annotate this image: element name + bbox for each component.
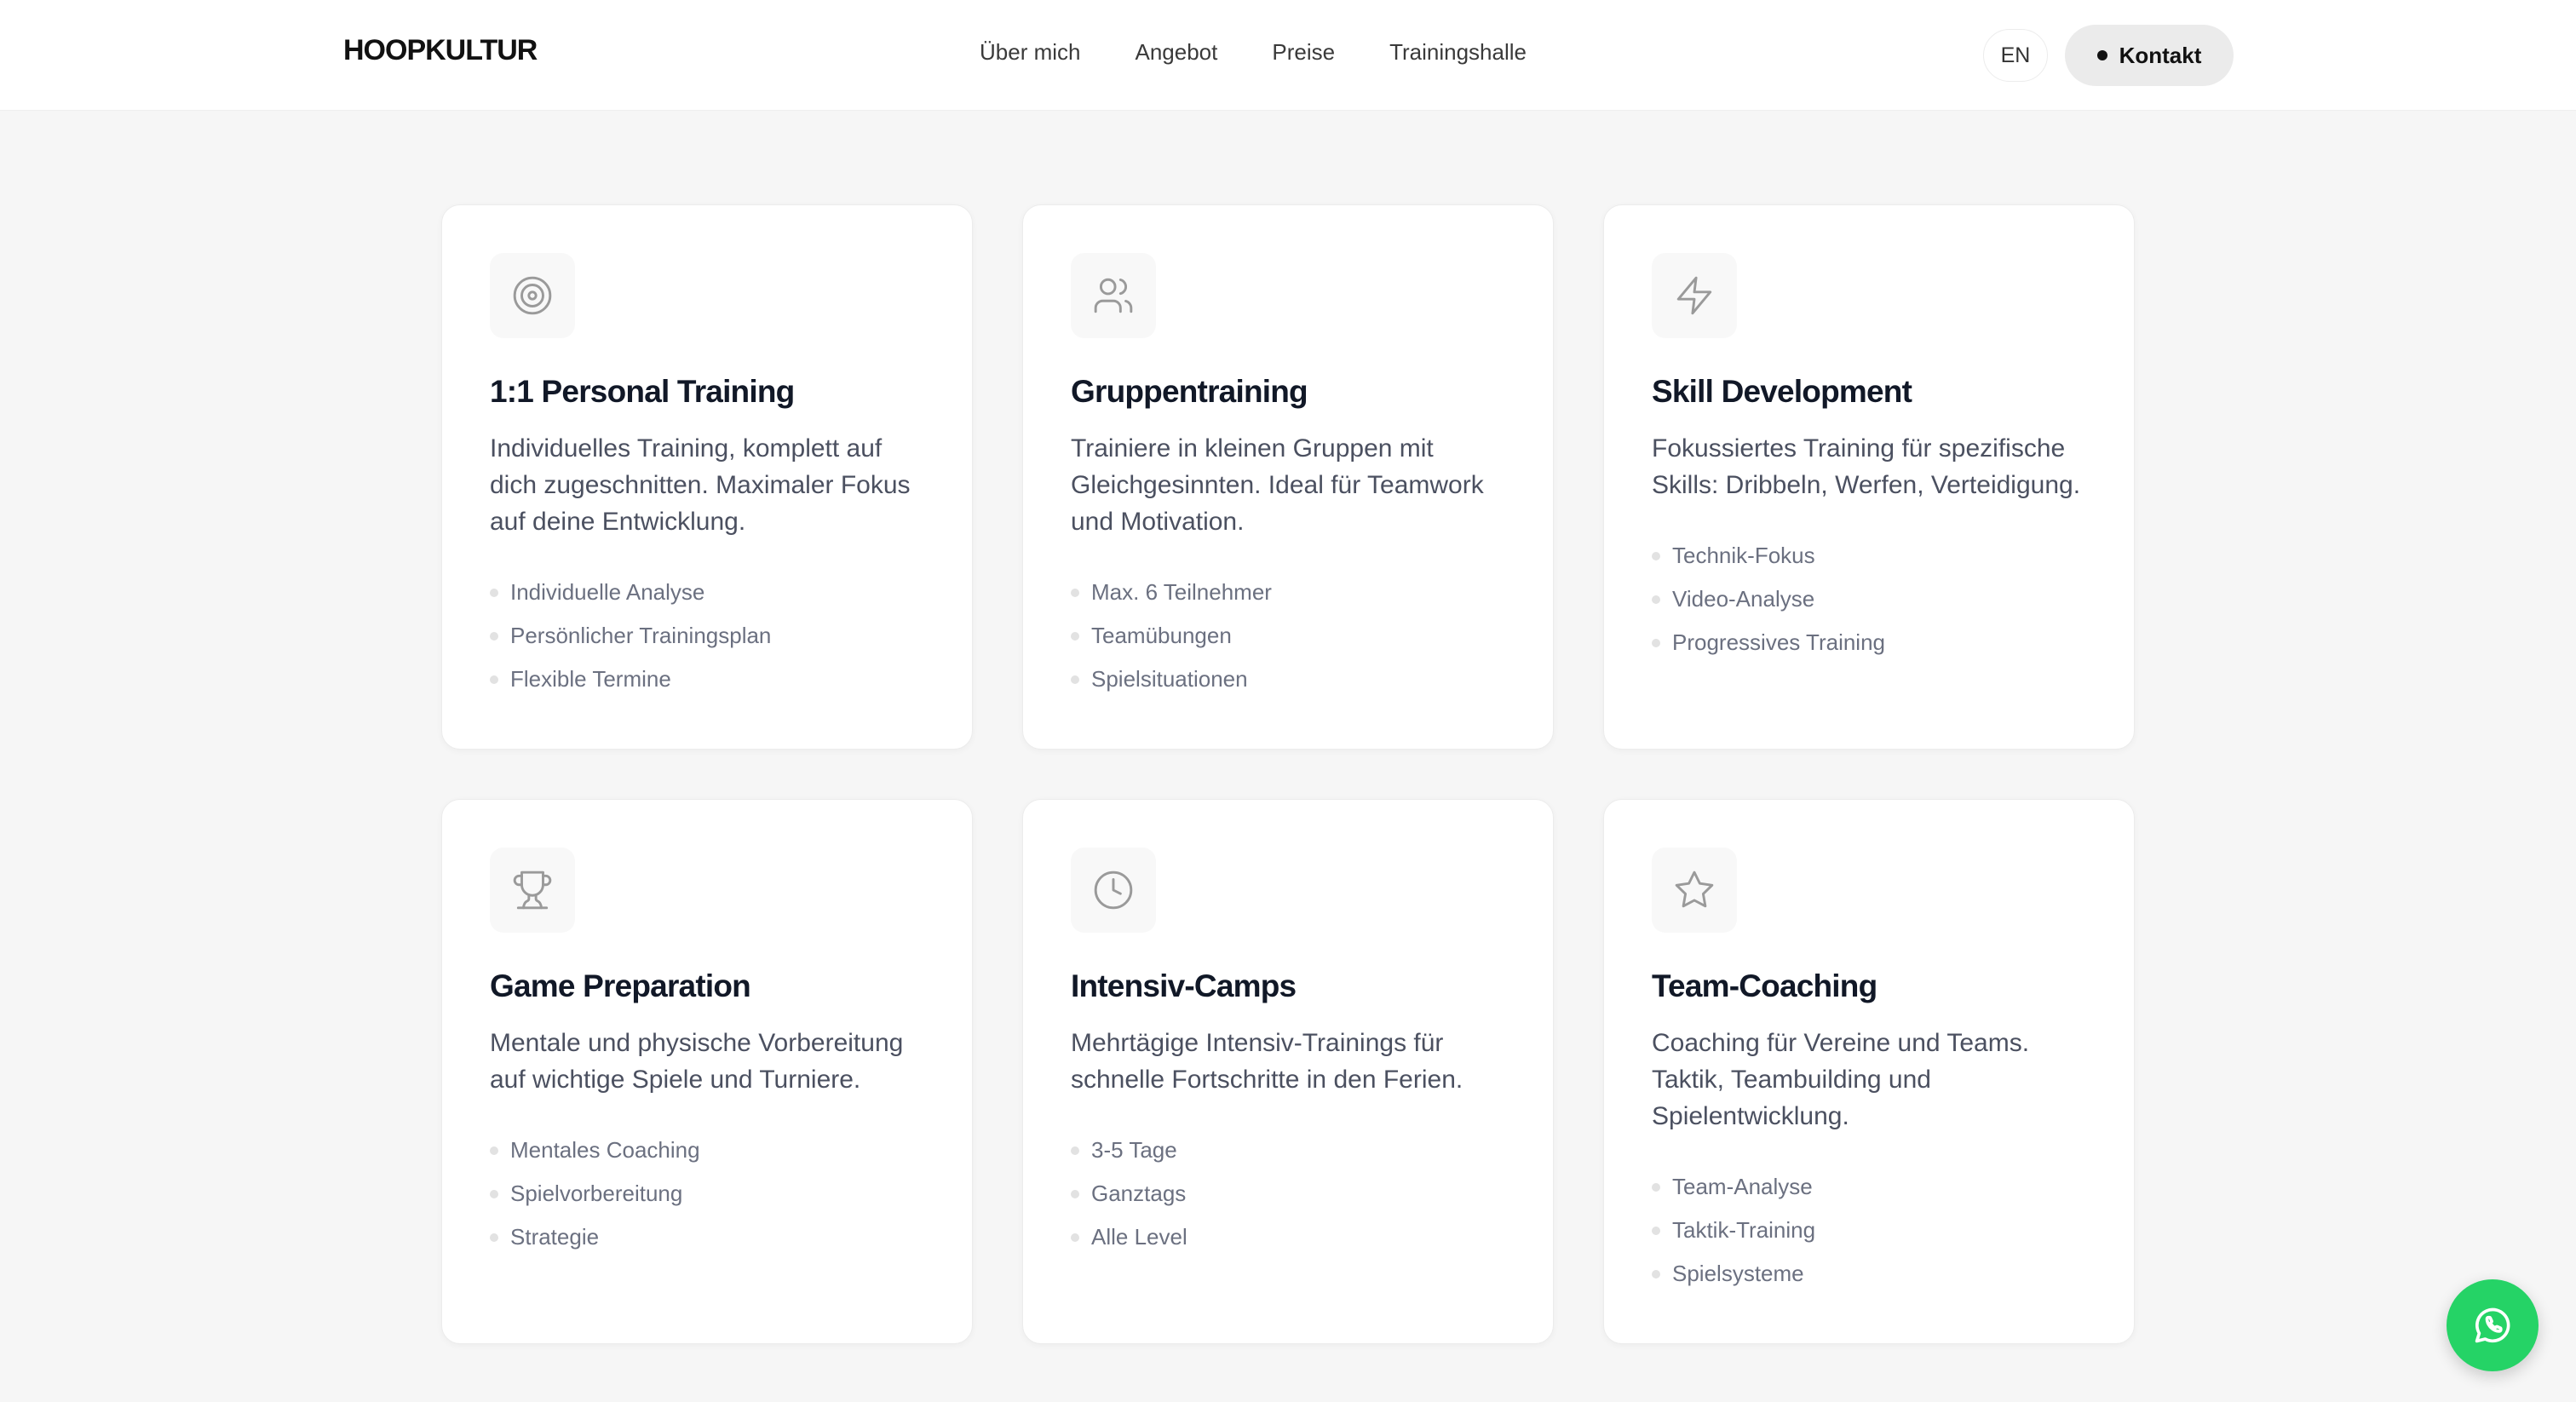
bullet-dot-icon — [1652, 551, 1660, 560]
bullet-dot-icon — [490, 588, 498, 597]
card-description: Fokussiertes Training für spezifische Sk… — [1652, 434, 2081, 499]
feature-label: Persönlicher Trainingsplan — [510, 623, 772, 648]
bullet-dot-icon — [1071, 675, 1079, 684]
feature-item: Flexible Termine — [490, 658, 924, 701]
whatsapp-icon — [2475, 1307, 2510, 1343]
feature-item: Strategie — [490, 1215, 924, 1259]
feature-item: Team-Analyse — [1652, 1165, 2086, 1209]
zap-icon — [1652, 253, 1737, 338]
clock-icon — [1071, 848, 1156, 933]
bullet-dot-icon — [1071, 1189, 1079, 1198]
bullet-dot-icon — [1652, 1182, 1660, 1192]
offer-card-skill-development: Skill Development Fokussiertes Training … — [1603, 204, 2135, 750]
nav-link-offer[interactable]: Angebot — [1135, 39, 1217, 66]
offer-card-personal-training: 1:1 Personal Training Individuelles Trai… — [441, 204, 973, 750]
feature-label: Max. 6 Teilnehmer — [1091, 579, 1272, 605]
feature-item: Spielsysteme — [1652, 1252, 2086, 1296]
bullet-dot-icon — [1071, 1146, 1079, 1155]
feature-label: Alle Level — [1091, 1224, 1187, 1250]
nav-link-gym[interactable]: Trainingshalle — [1389, 39, 1527, 66]
bullet-dot-icon — [490, 675, 498, 684]
bullet-dot-icon — [490, 1146, 498, 1155]
feature-item: Taktik-Training — [1652, 1209, 2086, 1252]
feature-list: Max. 6 Teilnehmer Teamübungen Spielsitua… — [1071, 571, 1505, 701]
whatsapp-button[interactable] — [2447, 1279, 2539, 1371]
bullet-dot-icon — [1071, 1232, 1079, 1242]
feature-item: Spielvorbereitung — [490, 1172, 924, 1215]
offer-card-team-coaching: Team-Coaching Coaching für Vereine und T… — [1603, 799, 2135, 1344]
offer-card-game-preparation: Game Preparation Mentale und physische V… — [441, 799, 973, 1344]
feature-item: Spielsituationen — [1071, 658, 1505, 701]
users-icon — [1071, 253, 1156, 338]
feature-list: Technik-Fokus Video-Analyse Progressives… — [1652, 534, 2086, 664]
feature-label: Team-Analyse — [1672, 1174, 1813, 1199]
bullet-dot-icon — [490, 1232, 498, 1242]
star-icon — [1652, 848, 1737, 933]
feature-item: Video-Analyse — [1652, 577, 2086, 621]
feature-item: Persönlicher Trainingsplan — [490, 614, 924, 658]
site-logo[interactable]: HOOPKULTUR — [343, 34, 538, 67]
feature-label: Flexible Termine — [510, 666, 671, 692]
card-description: Trainiere in kleinen Gruppen mit Gleichg… — [1071, 434, 1484, 536]
feature-label: Progressives Training — [1672, 629, 1885, 655]
offer-card-group-training: Gruppentraining Trainiere in kleinen Gru… — [1022, 204, 1554, 750]
contact-dot-icon — [2096, 50, 2107, 60]
feature-item: Teamübungen — [1071, 614, 1505, 658]
feature-label: Individuelle Analyse — [510, 579, 705, 605]
site-header: HOOPKULTUR Über mich Angebot Preise Trai… — [0, 0, 2576, 111]
bullet-dot-icon — [1652, 1226, 1660, 1235]
feature-item: Individuelle Analyse — [490, 571, 924, 614]
card-title: 1:1 Personal Training — [490, 374, 795, 409]
trophy-icon — [490, 848, 575, 933]
card-description: Individuelles Training, komplett auf dic… — [490, 434, 911, 536]
offer-grid: 1:1 Personal Training Individuelles Trai… — [441, 204, 2135, 1344]
feature-list: Individuelle Analyse Persönlicher Traini… — [490, 571, 924, 701]
feature-list: Mentales Coaching Spielvorbereitung Stra… — [490, 1129, 924, 1259]
feature-item: Mentales Coaching — [490, 1129, 924, 1172]
bullet-dot-icon — [1652, 638, 1660, 647]
offer-card-intensive-camps: Intensiv-Camps Mehrtägige Intensiv-Train… — [1022, 799, 1554, 1344]
main-nav: Über mich Angebot Preise Trainingshalle — [980, 39, 1527, 66]
card-description: Mentale und physische Vorbereitung auf w… — [490, 1029, 904, 1094]
bullet-dot-icon — [1652, 595, 1660, 604]
feature-label: Strategie — [510, 1224, 600, 1250]
feature-item: Alle Level — [1071, 1215, 1505, 1259]
feature-label: Ganztags — [1091, 1181, 1187, 1206]
bullet-dot-icon — [1652, 1269, 1660, 1278]
feature-label: Spielsituationen — [1091, 666, 1248, 692]
target-icon — [490, 253, 575, 338]
nav-link-prices[interactable]: Preise — [1272, 39, 1335, 66]
card-description: Coaching für Vereine und Teams. Taktik, … — [1652, 1029, 2030, 1130]
card-title: Skill Development — [1652, 374, 1912, 409]
feature-label: Mentales Coaching — [510, 1137, 700, 1163]
feature-label: Spielsysteme — [1672, 1261, 1804, 1286]
feature-item: Progressives Training — [1652, 621, 2086, 664]
feature-list: Team-Analyse Taktik-Training Spielsystem… — [1652, 1165, 2086, 1296]
bullet-dot-icon — [490, 1189, 498, 1198]
feature-label: Spielvorbereitung — [510, 1181, 683, 1206]
feature-item: Technik-Fokus — [1652, 534, 2086, 577]
contact-button-label: Kontakt — [2119, 42, 2202, 68]
nav-link-about[interactable]: Über mich — [980, 39, 1080, 66]
feature-item: Max. 6 Teilnehmer — [1071, 571, 1505, 614]
card-title: Team-Coaching — [1652, 968, 1877, 1003]
card-title: Intensiv-Camps — [1071, 968, 1297, 1003]
feature-label: 3-5 Tage — [1091, 1137, 1177, 1163]
feature-list: 3-5 Tage Ganztags Alle Level — [1071, 1129, 1505, 1259]
card-title: Game Preparation — [490, 968, 751, 1003]
feature-label: Teamübungen — [1091, 623, 1232, 648]
bullet-dot-icon — [1071, 631, 1079, 641]
feature-item: 3-5 Tage — [1071, 1129, 1505, 1172]
contact-button[interactable]: Kontakt — [2065, 25, 2234, 86]
card-description: Mehrtägige Intensiv-Trainings für schnel… — [1071, 1029, 1463, 1094]
bullet-dot-icon — [490, 631, 498, 641]
feature-label: Video-Analyse — [1672, 586, 1815, 612]
bullet-dot-icon — [1071, 588, 1079, 597]
feature-item: Ganztags — [1071, 1172, 1505, 1215]
language-switch-button[interactable]: EN — [1983, 29, 2048, 82]
card-title: Gruppentraining — [1071, 374, 1308, 409]
feature-label: Taktik-Training — [1672, 1217, 1816, 1243]
feature-label: Technik-Fokus — [1672, 543, 1815, 568]
